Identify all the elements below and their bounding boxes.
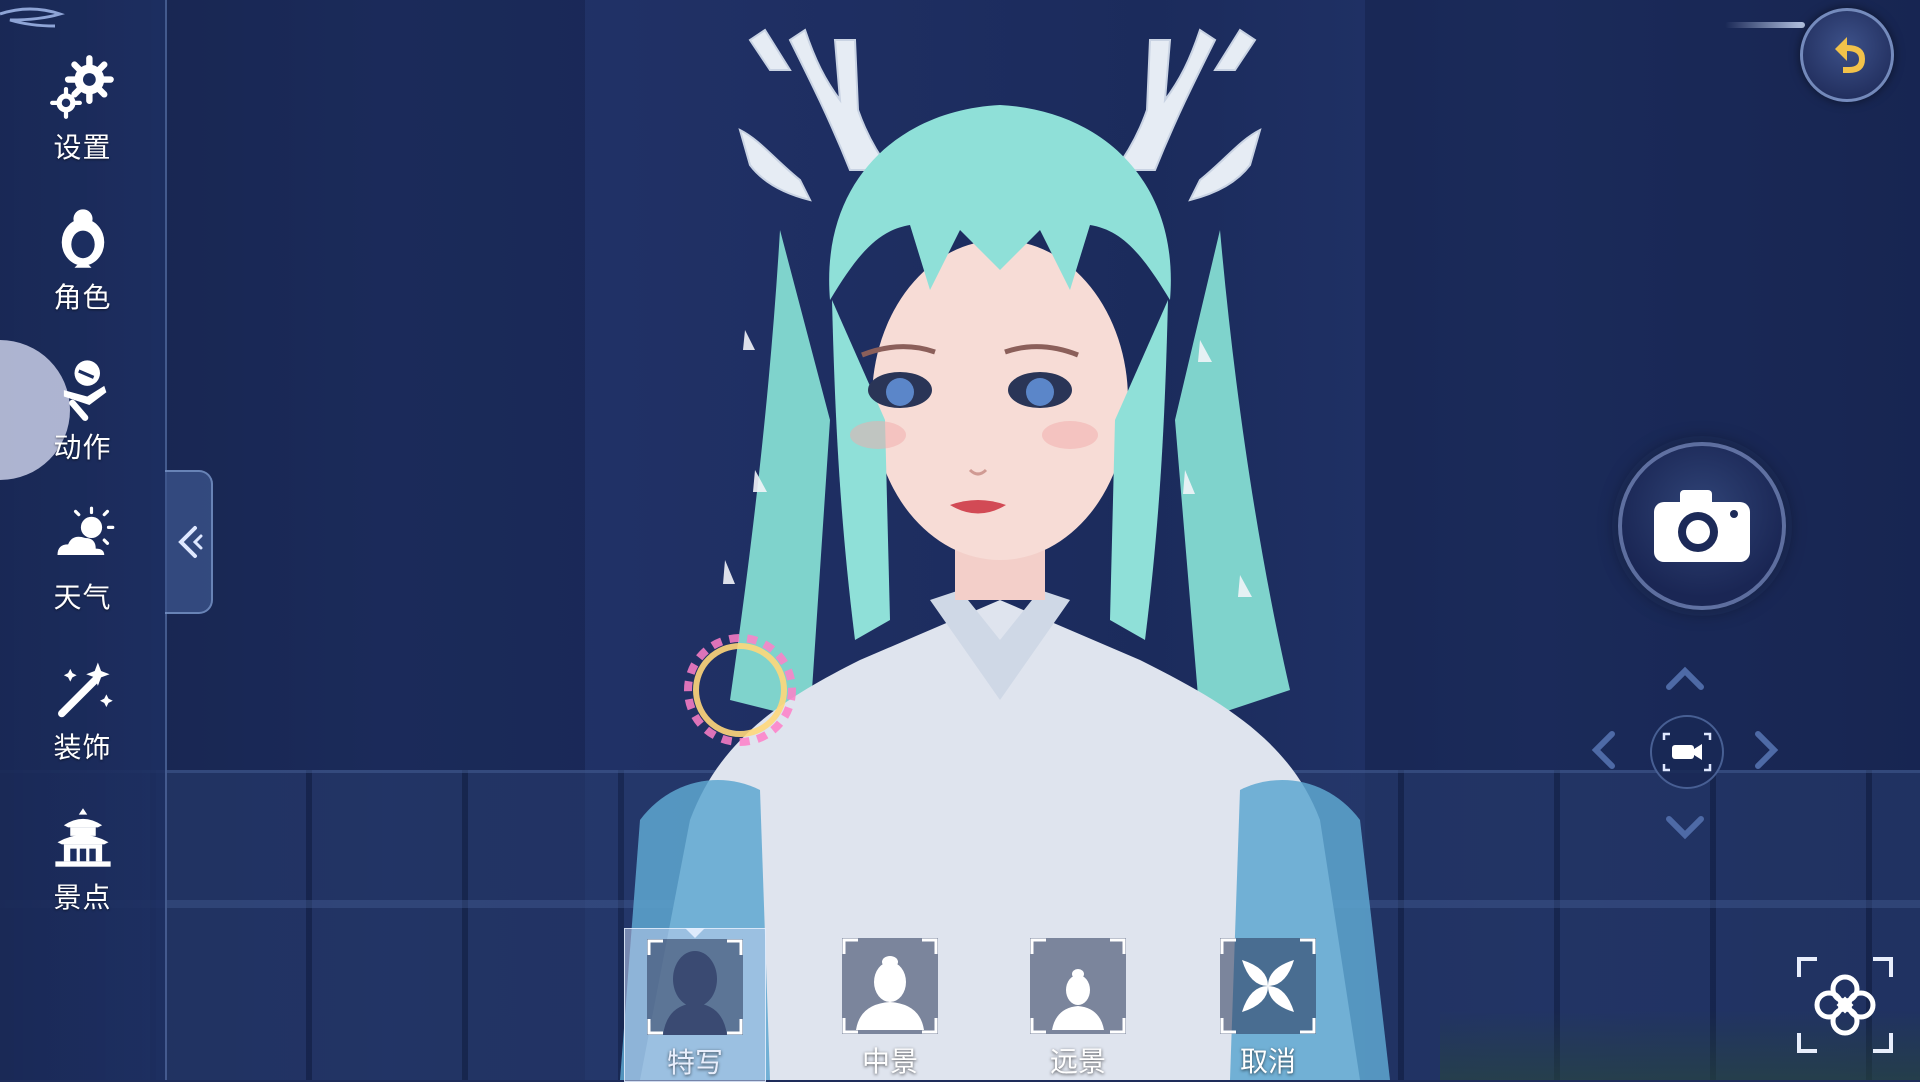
pagoda-icon [54,808,111,867]
camera-left-arrow-icon[interactable] [1590,730,1616,770]
sidebar-item-label: 设置 [53,131,112,164]
player-character [600,0,1400,1080]
shot-thumbnail [647,939,743,1035]
camera-dpad [1590,665,1780,855]
medium-shot-portrait-icon [842,938,938,1034]
chevron-left-icon [178,526,203,558]
gear-icon [49,55,114,119]
capture-photo-button[interactable] [1618,442,1786,610]
camera-up-arrow-icon[interactable] [1665,665,1705,691]
camera-icon [1654,490,1750,562]
sidebar-collapse-button[interactable] [165,470,213,614]
selected-indicator [685,928,705,938]
sidebar-item-label: 天气 [53,581,112,614]
video-record-button[interactable] [1650,715,1724,789]
sidebar-item-settings[interactable]: 设置 [0,50,165,170]
camera-down-arrow-icon[interactable] [1665,815,1705,841]
shot-closeup-button[interactable]: 特写 [624,928,766,1082]
shot-medium-button[interactable]: 中景 [820,928,960,1080]
sidebar-item-pose[interactable]: 动作 [0,350,165,470]
left-sidebar: 设置 角色 动作 天气 装饰 景点 [0,0,167,1080]
camera-right-arrow-icon[interactable] [1754,730,1780,770]
shot-cancel-button[interactable]: 取消 [1198,928,1338,1080]
sidebar-item-label: 装饰 [53,731,112,764]
sidebar-item-label: 景点 [53,881,112,914]
hair-right [1175,230,1290,720]
shot-label: 中景 [861,1045,918,1078]
sidebar-item-scenic-spot[interactable]: 景点 [0,800,165,920]
sidebar-item-label: 动作 [53,431,112,464]
back-arrow-icon [1835,37,1865,73]
weather-icon [57,506,114,555]
free-camera-button[interactable] [1795,955,1895,1055]
back-button-decoration [1725,22,1805,28]
sidebar-item-label: 角色 [53,281,112,314]
shot-thumbnail [842,938,938,1034]
pose-icon [63,360,106,421]
shot-label: 特写 [666,1046,723,1079]
shot-thumbnail [1220,938,1316,1034]
decoration-wand-icon [57,662,113,718]
shot-long-button[interactable]: 远景 [1008,928,1148,1080]
shot-thumbnail [1030,938,1126,1034]
sidebar-item-decoration[interactable]: 装饰 [0,650,165,770]
shot-label: 取消 [1239,1045,1296,1078]
back-button[interactable] [1800,8,1894,102]
sidebar-item-weather[interactable]: 天气 [0,500,165,620]
sidebar-top-decoration [0,7,65,28]
video-camera-icon [1662,732,1712,772]
closeup-portrait-icon [647,939,743,1035]
character-illustration [620,28,1390,1080]
long-shot-portrait-icon [1030,938,1126,1034]
sidebar-item-character[interactable]: 角色 [0,200,165,320]
character-icon [61,209,104,268]
focus-frame-icon [1797,957,1893,1053]
shot-label: 远景 [1049,1045,1106,1078]
cancel-x-icon [1220,938,1316,1034]
